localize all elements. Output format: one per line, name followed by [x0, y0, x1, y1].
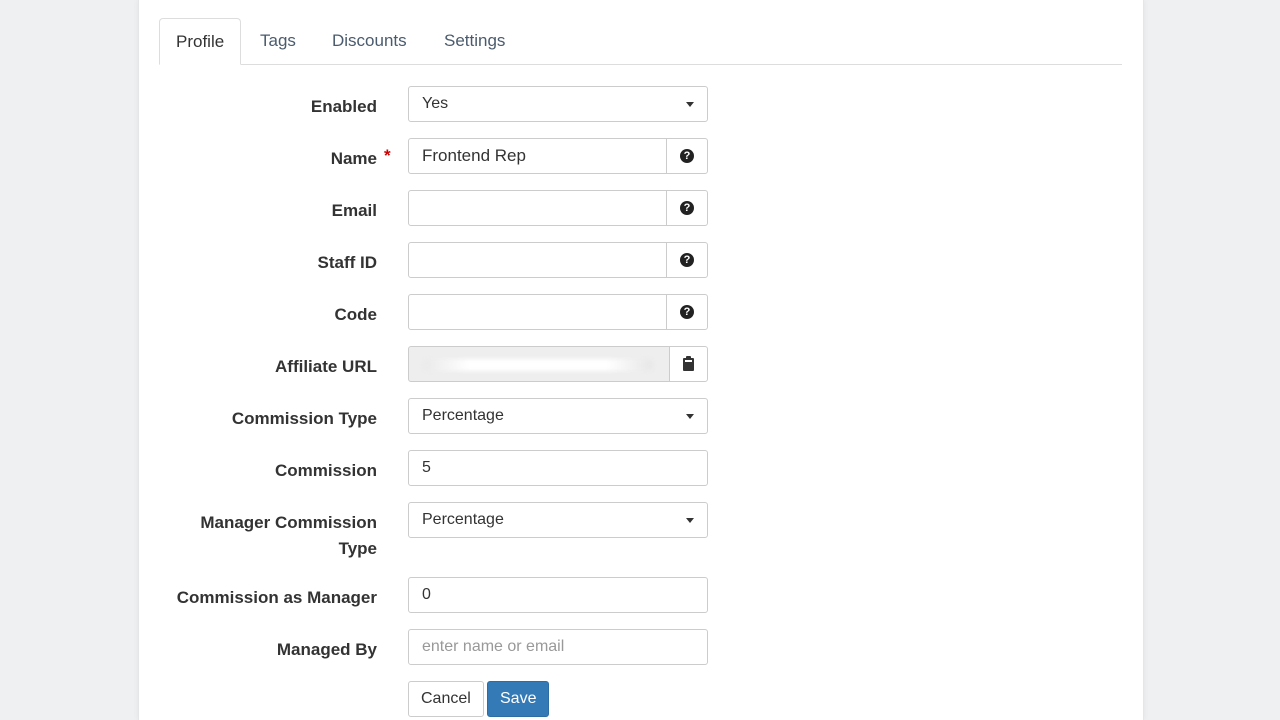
name-label: Name — [330, 149, 377, 168]
name-help-button[interactable]: ? — [666, 138, 708, 174]
tab-discounts[interactable]: Discounts — [316, 18, 423, 64]
question-circle-icon: ? — [680, 305, 694, 319]
question-circle-icon: ? — [680, 253, 694, 267]
form-panel: Profile Tags Discounts Settings Enabled … — [138, 0, 1144, 720]
commission-as-manager-input[interactable]: 0 — [408, 577, 708, 613]
commission-input[interactable]: 5 — [408, 450, 708, 486]
enabled-select[interactable]: Yes — [408, 86, 708, 122]
staff-id-input[interactable] — [408, 242, 667, 278]
commission-type-value: Percentage — [422, 407, 504, 424]
code-input[interactable] — [408, 294, 667, 330]
tab-bar: Profile Tags Discounts Settings — [159, 18, 1122, 65]
email-input[interactable] — [408, 190, 667, 226]
tab-settings[interactable]: Settings — [428, 18, 521, 64]
commission-type-label: Commission Type — [231, 409, 377, 428]
managed-by-label: Managed By — [276, 640, 377, 659]
manager-commission-type-select[interactable]: Percentage — [408, 502, 708, 538]
commission-type-select[interactable]: Percentage — [408, 398, 708, 434]
affiliate-url-input-group — [408, 346, 708, 382]
question-circle-icon: ? — [680, 149, 694, 163]
manager-commission-type-value: Percentage — [422, 511, 504, 528]
code-label: Code — [334, 305, 378, 324]
email-label: Email — [331, 201, 377, 220]
required-marker: * — [384, 146, 391, 165]
caret-down-icon — [686, 414, 694, 419]
manager-commission-type-label: Manager Commission Type — [200, 513, 377, 558]
staff-id-input-group: ? — [408, 242, 708, 278]
clipboard-icon — [683, 355, 694, 371]
enabled-value: Yes — [422, 95, 449, 112]
cancel-button[interactable]: Cancel — [408, 681, 484, 717]
copy-url-button[interactable] — [669, 346, 708, 382]
email-input-group: ? — [408, 190, 708, 226]
commission-as-manager-label: Commission as Manager — [176, 588, 377, 607]
save-button[interactable]: Save — [487, 681, 550, 717]
tab-profile[interactable]: Profile — [159, 18, 242, 65]
managed-by-input[interactable]: enter name or email — [408, 629, 708, 665]
name-input-group: Frontend Rep ? — [408, 138, 708, 174]
affiliate-url-label: Affiliate URL — [275, 357, 377, 376]
code-help-button[interactable]: ? — [666, 294, 708, 330]
name-input[interactable]: Frontend Rep — [408, 138, 667, 174]
enabled-label: Enabled — [310, 97, 377, 116]
staff-id-help-button[interactable]: ? — [666, 242, 708, 278]
question-circle-icon: ? — [680, 201, 694, 215]
commission-label: Commission — [274, 461, 377, 480]
code-input-group: ? — [408, 294, 708, 330]
email-help-button[interactable]: ? — [666, 190, 708, 226]
staff-id-label: Staff ID — [317, 253, 378, 272]
redacted-url — [423, 359, 653, 371]
caret-down-icon — [686, 518, 694, 523]
caret-down-icon — [686, 102, 694, 107]
affiliate-url-input[interactable] — [408, 346, 670, 382]
tab-tags[interactable]: Tags — [244, 18, 312, 64]
